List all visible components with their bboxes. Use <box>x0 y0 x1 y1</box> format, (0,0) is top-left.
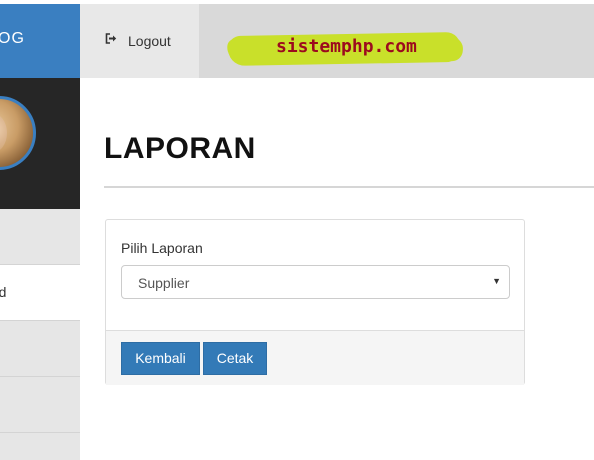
sidebar-item-dashboard[interactable]: rd <box>0 265 80 321</box>
caret-down-icon: ▼ <box>492 276 501 286</box>
report-select-value: Supplier <box>138 275 190 291</box>
logout-label: Logout <box>128 33 171 49</box>
report-select-label: Pilih Laporan <box>121 240 203 256</box>
sidebar: OG rd <box>0 4 80 460</box>
print-button[interactable]: Cetak <box>203 342 267 375</box>
top-header: Logout sistemphp.com <box>80 4 594 78</box>
watermark: sistemphp.com <box>225 30 463 68</box>
panel-footer: Kembali Cetak <box>106 330 524 385</box>
sidebar-item-4[interactable] <box>0 377 80 433</box>
brand-text: OG <box>0 30 25 47</box>
profile-panel <box>0 78 80 209</box>
sidebar-item-1[interactable] <box>0 209 80 265</box>
back-button[interactable]: Kembali <box>121 342 200 375</box>
watermark-text: sistemphp.com <box>276 36 417 57</box>
sign-out-icon <box>105 33 117 47</box>
brand[interactable]: OG <box>0 4 80 78</box>
title-divider <box>104 186 594 188</box>
page-title: LAPORAN <box>104 132 256 165</box>
report-form-panel: Pilih Laporan Supplier ▼ Kembali Cetak <box>105 219 525 385</box>
sidebar-item-label: rd <box>0 284 6 300</box>
sidebar-item-3[interactable] <box>0 321 80 377</box>
avatar <box>0 96 36 170</box>
report-select[interactable]: Supplier ▼ <box>121 265 510 299</box>
logout-button[interactable]: Logout <box>80 4 199 78</box>
